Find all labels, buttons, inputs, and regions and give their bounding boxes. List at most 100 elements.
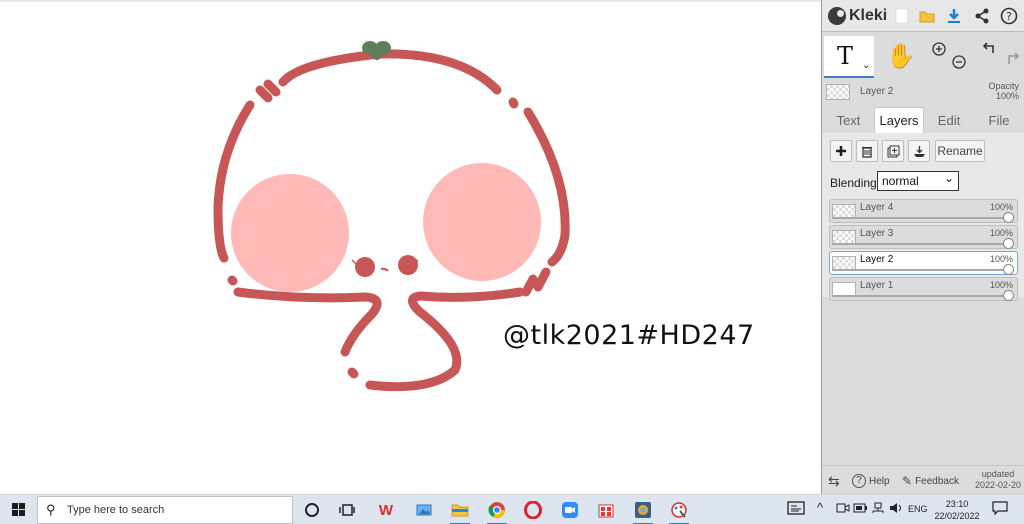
current-layer-info: Layer 2 Opacity 100%	[822, 80, 1024, 104]
hand-tool-icon[interactable]: ✋	[886, 42, 916, 71]
zoom-controls	[930, 40, 970, 77]
blending-select[interactable]: normal	[877, 169, 959, 191]
help-label: Help	[869, 475, 890, 487]
layer-item[interactable]: Layer 4 100%	[829, 199, 1018, 223]
swap-side-icon[interactable]: ⇆	[828, 473, 840, 490]
help-button[interactable]: ? Help	[852, 474, 890, 488]
chevron-up-icon[interactable]: ^	[817, 500, 823, 515]
merge-down-icon	[913, 145, 925, 157]
current-layer-thumbnail	[826, 84, 850, 100]
chrome-icon[interactable]	[485, 498, 509, 524]
opacity-slider-track[interactable]	[832, 295, 1007, 297]
zoom-out-icon	[952, 55, 966, 69]
layer-opacity: 100%	[989, 280, 1013, 290]
kleki-logo-icon	[828, 7, 846, 25]
duplicate-icon	[887, 145, 899, 157]
help-circle-icon: ?	[852, 474, 866, 488]
search-icon: ⚲	[46, 502, 56, 517]
merge-down-button[interactable]	[908, 140, 930, 162]
notifications-icon[interactable]	[992, 501, 1008, 518]
meet-now-icon[interactable]	[836, 502, 850, 517]
opacity-slider-handle[interactable]	[1003, 264, 1014, 275]
news-widget-icon[interactable]	[787, 501, 805, 518]
opacity-slider-handle[interactable]	[1003, 238, 1014, 249]
opacity-slider-track[interactable]	[832, 217, 1007, 219]
zoom-icon[interactable]	[558, 498, 582, 522]
wps-office-icon[interactable]: W	[374, 498, 398, 522]
network-icon[interactable]	[871, 502, 885, 517]
right-cheek	[423, 163, 541, 281]
opacity-value: 100%	[995, 91, 1019, 101]
delete-layer-button[interactable]	[856, 140, 878, 162]
clock-date: 22/02/2022	[934, 511, 980, 521]
app-name: Kleki	[849, 7, 888, 24]
layer-item[interactable]: Layer 1 100%	[829, 277, 1018, 301]
undo-redo-controls	[982, 40, 1022, 77]
search-placeholder: Type here to search	[67, 504, 165, 516]
current-layer-name: Layer 2	[860, 86, 894, 97]
left-eye	[355, 257, 375, 277]
system-clock[interactable]: 23:10 22/02/2022	[931, 498, 983, 522]
kleki-logo[interactable]: Kleki	[828, 5, 887, 27]
store-icon[interactable]	[594, 498, 618, 522]
undo-icon	[982, 42, 994, 53]
side-panel: Kleki ? T ⌄ ✋ Layer 2 Opacity 100% Text …	[821, 0, 1024, 494]
zoom-in-icon	[932, 42, 946, 56]
opacity-slider-track[interactable]	[832, 243, 1007, 245]
updated-date: 2022-02-20	[974, 480, 1021, 490]
opacity-slider-handle[interactable]	[1003, 212, 1014, 223]
battery-icon[interactable]	[853, 502, 867, 517]
help-icon[interactable]: ?	[997, 4, 1021, 28]
kleki-app: @tlk2021#HD247 Kleki ? T ⌄ ✋ Layer 2 Opa…	[0, 0, 1024, 524]
opacity-label: Opacity	[988, 81, 1019, 91]
open-folder-icon[interactable]	[915, 4, 939, 28]
text-tool[interactable]: T ⌄	[824, 36, 874, 78]
tab-layers[interactable]: Layers	[874, 107, 924, 133]
taskbar-search[interactable]: ⚲ Type here to search	[37, 496, 293, 524]
svg-text:?: ?	[1006, 10, 1012, 23]
opera-icon[interactable]	[521, 498, 545, 522]
feedback-button[interactable]: ✎ Feedback	[902, 474, 959, 488]
photos-icon[interactable]	[412, 498, 436, 522]
drawing-canvas[interactable]: @tlk2021#HD247	[0, 0, 821, 494]
add-layer-button[interactable]	[830, 140, 852, 162]
right-eye	[398, 255, 418, 275]
text-tool-icon: T	[837, 42, 854, 70]
layer-name: Layer 3	[860, 228, 894, 239]
blending-label: Blending	[830, 176, 877, 190]
opacity-slider-track[interactable]	[832, 269, 1007, 271]
feedback-icon: ✎	[902, 474, 913, 488]
layer-opacity: 100%	[989, 254, 1013, 264]
language-indicator[interactable]: ENG	[908, 504, 928, 514]
rename-layer-button[interactable]: Rename	[935, 140, 985, 162]
updated-label: updated	[981, 469, 1015, 479]
opacity-slider-handle[interactable]	[1003, 290, 1014, 301]
layer-item[interactable]: Layer 3 100%	[829, 225, 1018, 249]
tab-file[interactable]: File	[976, 107, 1022, 133]
updated-info[interactable]: updated 2022-02-20	[975, 469, 1021, 491]
file-explorer-icon[interactable]	[448, 498, 472, 524]
plus-icon	[836, 146, 846, 156]
top-toolbar: Kleki ?	[822, 0, 1024, 32]
tab-text[interactable]: Text	[826, 107, 871, 133]
tab-edit[interactable]: Edit	[928, 107, 970, 133]
layer-opacity: 100%	[989, 228, 1013, 238]
cortana-icon[interactable]	[300, 498, 324, 522]
new-image-icon[interactable]	[890, 4, 914, 28]
panel-footer: ⇆ ? Help ✎ Feedback updated 2022-02-20	[822, 465, 1024, 494]
tool-row: T ⌄ ✋	[822, 36, 1024, 78]
chevron-down-icon[interactable]: ⌄	[862, 60, 870, 71]
windows-start-icon[interactable]	[12, 503, 26, 517]
download-icon[interactable]	[942, 4, 966, 28]
paint-icon[interactable]	[667, 498, 691, 524]
layer-item-active[interactable]: Layer 2 100%	[829, 251, 1018, 275]
duplicate-layer-button[interactable]	[882, 140, 904, 162]
share-icon[interactable]	[970, 4, 994, 28]
volume-icon[interactable]	[889, 502, 903, 517]
task-view-icon[interactable]	[335, 498, 359, 522]
photo-viewer-icon[interactable]	[631, 498, 655, 524]
layer-name: Layer 4	[860, 202, 894, 213]
left-cheek	[231, 174, 349, 292]
layer-name: Layer 2	[860, 254, 894, 265]
layer-opacity: 100%	[989, 202, 1013, 212]
